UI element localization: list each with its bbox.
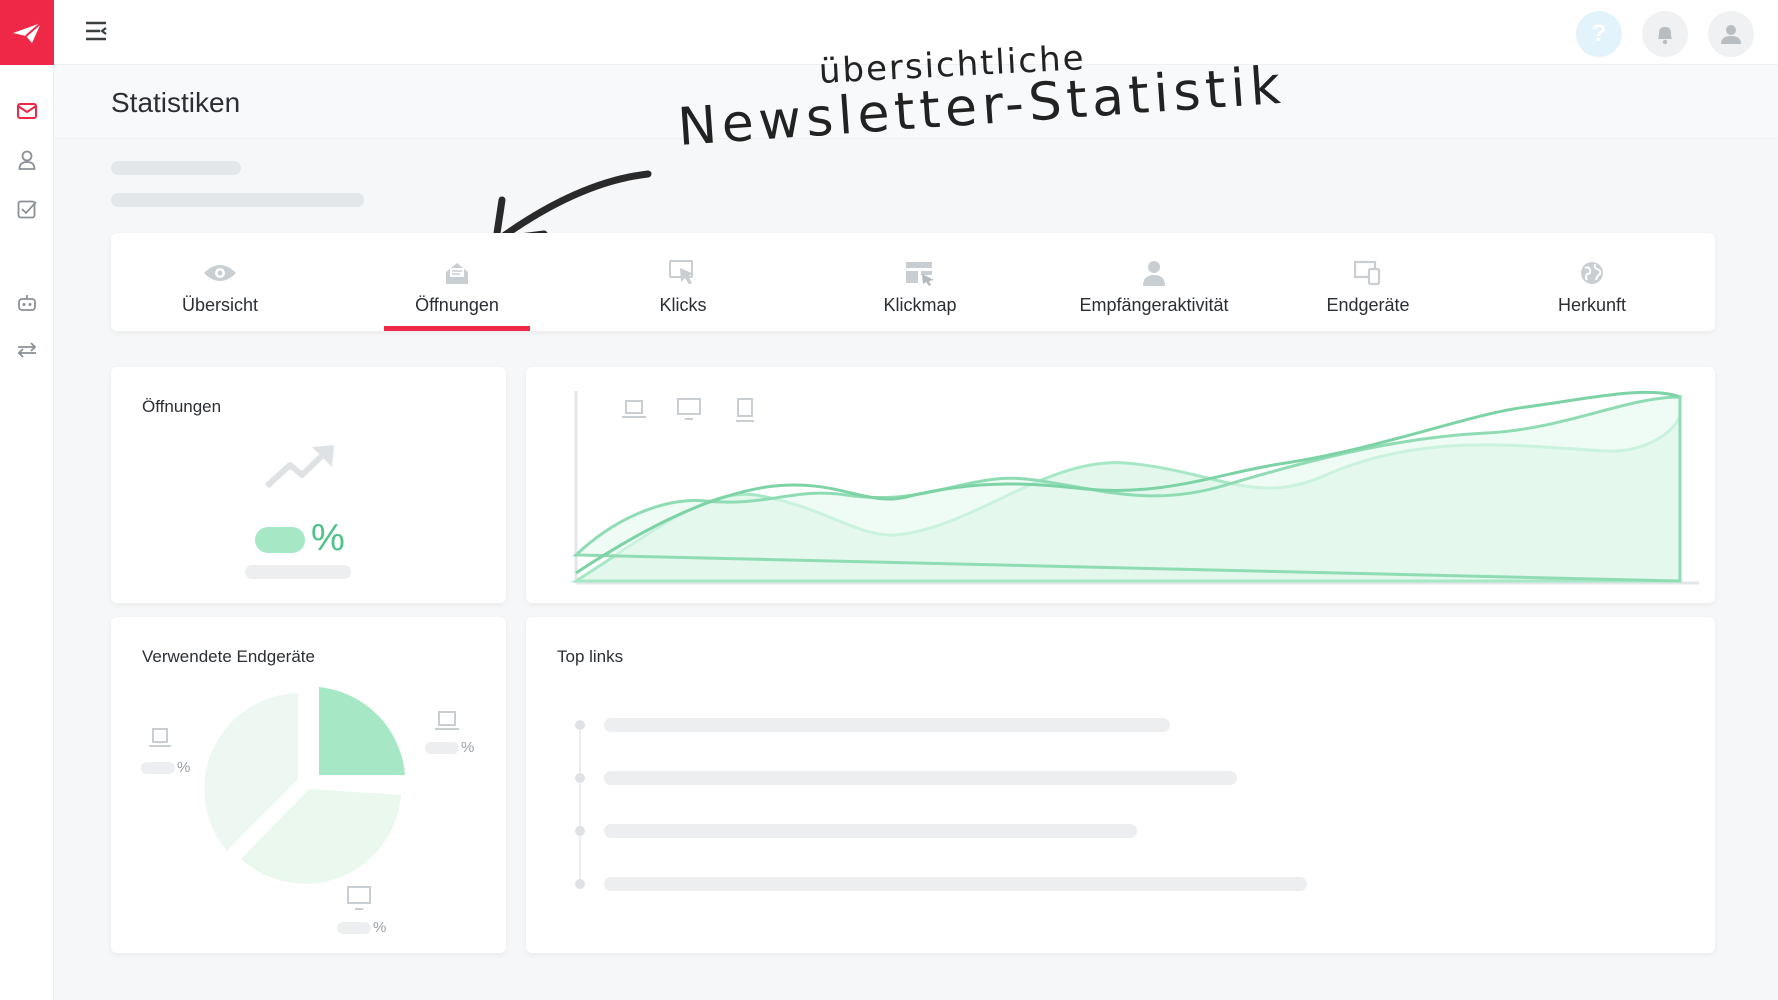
tab-herkunft[interactable]: Herkunft (1542, 233, 1642, 331)
desktop-icon (347, 886, 371, 910)
tablet-pct-placeholder (425, 742, 459, 754)
tab-endgeraete[interactable]: Endgeräte (1308, 233, 1428, 331)
sidebar (0, 0, 54, 1000)
laptop-pct-placeholder (141, 762, 175, 774)
pie-slice-tablet (319, 687, 405, 775)
person-icon (1143, 261, 1165, 286)
opens-chart (570, 390, 1699, 585)
opens-percent-symbol: % (311, 517, 345, 559)
open-mail-icon (446, 263, 468, 284)
tablet-icon (435, 711, 459, 730)
list-item (575, 824, 1137, 838)
tab-klickmap[interactable]: Klickmap (860, 233, 980, 331)
eye-icon (204, 265, 236, 281)
top-links-card: Top links (526, 617, 1715, 953)
stats-tabs: Übersicht Öffnungen Klicks Klickmap Empf… (111, 233, 1715, 331)
devices-icon (1354, 260, 1381, 286)
menu-icon (86, 21, 107, 41)
paper-plane-icon (13, 21, 42, 43)
tab-empfaengeraktivitaet[interactable]: Empfängeraktivität (1069, 233, 1239, 331)
desktop-pct-placeholder (337, 922, 371, 934)
opens-card: Öffnungen % (111, 367, 506, 603)
active-tab-indicator (384, 326, 530, 331)
tab-uebersicht[interactable]: Übersicht (170, 233, 270, 331)
opens-chart-card (526, 367, 1715, 603)
list-item (575, 877, 1307, 891)
devices-card: Verwendete Endgeräte % % % (111, 617, 506, 953)
trend-up-icon (264, 445, 334, 489)
top-links-list (575, 718, 1307, 891)
laptop-pct-label: % (177, 759, 191, 776)
cursor-click-icon (669, 260, 694, 285)
opens-subtext-placeholder (245, 565, 351, 579)
logo[interactable] (0, 0, 54, 65)
avatar-icon (1721, 25, 1741, 44)
globe-icon (1581, 262, 1603, 284)
help-button[interactable]: ? (1576, 11, 1622, 57)
notifications-button[interactable] (1642, 11, 1688, 57)
tab-klicks[interactable]: Klicks (633, 233, 733, 331)
chart-device-icons (622, 398, 754, 422)
laptop-icon (622, 400, 646, 418)
transfer-arrows-icon[interactable] (14, 337, 40, 363)
opens-card-title: Öffnungen (142, 397, 222, 416)
tablet-pct-label: % (461, 739, 475, 756)
menu-toggle-button[interactable] (84, 20, 112, 46)
bell-icon (1658, 27, 1672, 45)
skeleton-line (111, 193, 364, 207)
help-icon: ? (1591, 20, 1607, 47)
devices-pie-chart (141, 687, 459, 934)
checkbox-icon[interactable] (14, 196, 40, 222)
laptop-icon (149, 728, 171, 747)
mail-icon[interactable] (14, 98, 40, 124)
robot-icon[interactable] (14, 290, 40, 316)
desktop-pct-label: % (373, 919, 387, 936)
opens-value-placeholder (255, 527, 305, 553)
skeleton-line (111, 161, 241, 175)
desktop-icon (677, 398, 701, 420)
klickmap-icon (906, 262, 934, 286)
user-menu-button[interactable] (1708, 11, 1754, 57)
user-icon[interactable] (14, 147, 40, 173)
page-title: Statistiken (111, 87, 241, 118)
tablet-icon (736, 398, 754, 422)
list-item (575, 718, 1170, 732)
list-item (575, 771, 1237, 785)
tab-oeffnungen[interactable]: Öffnungen (397, 233, 517, 331)
